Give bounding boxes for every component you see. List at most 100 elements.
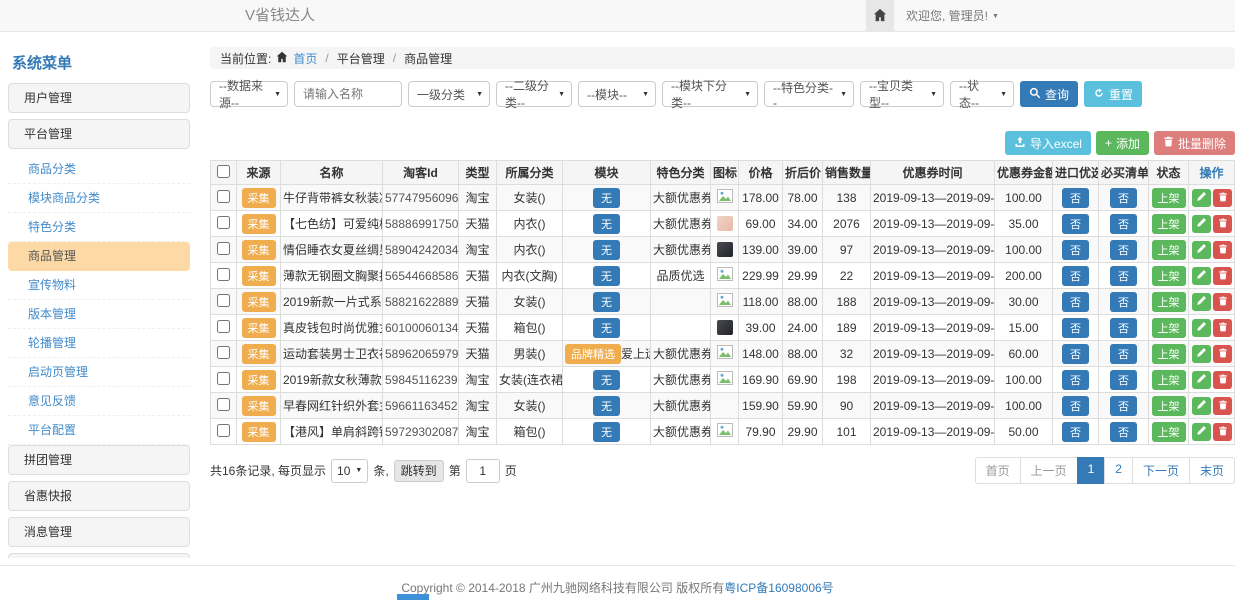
- sidebar-item-订单管理[interactable]: 订单管理: [8, 553, 190, 558]
- data-source-select[interactable]: --数据来源--▼: [210, 81, 288, 107]
- pager-item-末页[interactable]: 末页: [1189, 457, 1235, 484]
- sidebar-item-用户管理[interactable]: 用户管理: [8, 83, 190, 113]
- import-select-toggle[interactable]: 否: [1062, 370, 1089, 390]
- sidebar-item-模块商品分类[interactable]: 模块商品分类: [8, 184, 190, 213]
- import-select-toggle[interactable]: 否: [1062, 292, 1089, 312]
- per-page-select[interactable]: 10 ▼: [331, 459, 368, 483]
- import-select-toggle[interactable]: 否: [1062, 396, 1089, 416]
- row-checkbox[interactable]: [217, 216, 230, 229]
- reset-button[interactable]: 重置: [1084, 81, 1142, 107]
- page-number-input[interactable]: [466, 459, 500, 483]
- edit-button[interactable]: [1192, 371, 1211, 389]
- edit-button[interactable]: [1192, 423, 1211, 441]
- status-badge[interactable]: 上架: [1152, 344, 1186, 364]
- sidebar-item-启动页管理[interactable]: 启动页管理: [8, 358, 190, 387]
- status-badge[interactable]: 上架: [1152, 240, 1186, 260]
- row-checkbox[interactable]: [217, 320, 230, 333]
- status-badge[interactable]: 上架: [1152, 396, 1186, 416]
- status-select[interactable]: --状态--▼: [950, 81, 1014, 107]
- edit-button[interactable]: [1192, 293, 1211, 311]
- edit-button[interactable]: [1192, 397, 1211, 415]
- status-badge[interactable]: 上架: [1152, 266, 1186, 286]
- sidebar-item-平台管理[interactable]: 平台管理: [8, 119, 190, 149]
- sidebar-item-商品管理[interactable]: 商品管理: [8, 242, 190, 271]
- sidebar-item-意见反馈[interactable]: 意见反馈: [8, 387, 190, 416]
- sidebar-item-拼团管理[interactable]: 拼团管理: [8, 445, 190, 475]
- status-badge[interactable]: 上架: [1152, 370, 1186, 390]
- row-checkbox[interactable]: [217, 190, 230, 203]
- sidebar-item-轮播管理[interactable]: 轮播管理: [8, 329, 190, 358]
- delete-button[interactable]: [1213, 319, 1232, 337]
- row-checkbox[interactable]: [217, 398, 230, 411]
- feature-category-select[interactable]: --特色分类--▼: [764, 81, 854, 107]
- import-select-toggle[interactable]: 否: [1062, 240, 1089, 260]
- pager-item-2[interactable]: 2: [1104, 457, 1133, 484]
- row-checkbox[interactable]: [217, 242, 230, 255]
- must-buy-toggle[interactable]: 否: [1110, 188, 1137, 208]
- must-buy-toggle[interactable]: 否: [1110, 370, 1137, 390]
- must-buy-toggle[interactable]: 否: [1110, 318, 1137, 338]
- row-checkbox[interactable]: [217, 268, 230, 281]
- row-checkbox[interactable]: [217, 372, 230, 385]
- import-select-toggle[interactable]: 否: [1062, 422, 1089, 442]
- edit-button[interactable]: [1192, 319, 1211, 337]
- level1-category-select[interactable]: 一级分类▼: [408, 81, 490, 107]
- user-menu[interactable]: 欢迎您, 管理员!▼: [906, 0, 999, 33]
- status-badge[interactable]: 上架: [1152, 214, 1186, 234]
- row-checkbox[interactable]: [217, 294, 230, 307]
- sidebar-item-消息管理[interactable]: 消息管理: [8, 517, 190, 547]
- edit-button[interactable]: [1192, 345, 1211, 363]
- import-select-toggle[interactable]: 否: [1062, 344, 1089, 364]
- import-select-toggle[interactable]: 否: [1062, 318, 1089, 338]
- sidebar-item-宣传物料[interactable]: 宣传物料: [8, 271, 190, 300]
- home-button[interactable]: [866, 0, 894, 32]
- must-buy-toggle[interactable]: 否: [1110, 396, 1137, 416]
- must-buy-toggle[interactable]: 否: [1110, 422, 1137, 442]
- sidebar-item-版本管理[interactable]: 版本管理: [8, 300, 190, 329]
- must-buy-toggle[interactable]: 否: [1110, 266, 1137, 286]
- sidebar-item-特色分类[interactable]: 特色分类: [8, 213, 190, 242]
- delete-button[interactable]: [1213, 371, 1232, 389]
- status-badge[interactable]: 上架: [1152, 188, 1186, 208]
- delete-button[interactable]: [1213, 267, 1232, 285]
- select-all-checkbox[interactable]: [217, 165, 230, 178]
- delete-button[interactable]: [1213, 189, 1232, 207]
- status-badge[interactable]: 上架: [1152, 292, 1186, 312]
- delete-button[interactable]: [1213, 215, 1232, 233]
- breadcrumb-home-link[interactable]: 首页: [293, 50, 317, 67]
- delete-button[interactable]: [1213, 241, 1232, 259]
- import-select-toggle[interactable]: 否: [1062, 214, 1089, 234]
- pager-item-1[interactable]: 1: [1077, 457, 1106, 484]
- icp-link[interactable]: 粤ICP备16098006号: [724, 581, 833, 595]
- item-type-select[interactable]: --宝贝类型--▼: [860, 81, 944, 107]
- batch-delete-button[interactable]: 批量删除: [1154, 131, 1235, 155]
- delete-button[interactable]: [1213, 397, 1232, 415]
- edit-button[interactable]: [1192, 189, 1211, 207]
- edit-button[interactable]: [1192, 215, 1211, 233]
- add-button[interactable]: + 添加: [1096, 131, 1149, 155]
- scrollbar-thumb[interactable]: [397, 594, 429, 600]
- must-buy-toggle[interactable]: 否: [1110, 214, 1137, 234]
- import-select-toggle[interactable]: 否: [1062, 266, 1089, 286]
- sidebar-item-省惠快报[interactable]: 省惠快报: [8, 481, 190, 511]
- must-buy-toggle[interactable]: 否: [1110, 292, 1137, 312]
- pager-item-下一页[interactable]: 下一页: [1132, 457, 1190, 484]
- edit-button[interactable]: [1192, 267, 1211, 285]
- must-buy-toggle[interactable]: 否: [1110, 344, 1137, 364]
- module-select[interactable]: --模块--▼: [578, 81, 656, 107]
- edit-button[interactable]: [1192, 241, 1211, 259]
- import-excel-button[interactable]: 导入excel: [1005, 131, 1091, 155]
- delete-button[interactable]: [1213, 345, 1232, 363]
- row-checkbox[interactable]: [217, 346, 230, 359]
- status-badge[interactable]: 上架: [1152, 422, 1186, 442]
- import-select-toggle[interactable]: 否: [1062, 188, 1089, 208]
- row-checkbox[interactable]: [217, 424, 230, 437]
- sidebar-item-商品分类[interactable]: 商品分类: [8, 155, 190, 184]
- delete-button[interactable]: [1213, 423, 1232, 441]
- search-button[interactable]: 查询: [1020, 81, 1078, 107]
- status-badge[interactable]: 上架: [1152, 318, 1186, 338]
- level2-category-select[interactable]: --二级分类--▼: [496, 81, 572, 107]
- name-input[interactable]: [294, 81, 402, 107]
- sidebar-item-平台配置[interactable]: 平台配置: [8, 416, 190, 445]
- must-buy-toggle[interactable]: 否: [1110, 240, 1137, 260]
